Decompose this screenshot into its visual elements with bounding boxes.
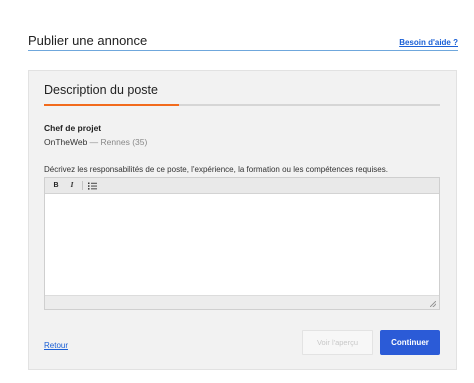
continue-button[interactable]: Continuer <box>380 330 440 355</box>
editor-instructions: Décrivez les responsabilités de ce poste… <box>44 165 388 174</box>
company-line: OnTheWeb — Rennes (35) <box>44 137 147 147</box>
description-editor: B I <box>44 177 440 310</box>
toolbar-divider <box>82 181 83 190</box>
company-name: OnTheWeb <box>44 137 88 147</box>
back-link[interactable]: Retour <box>44 341 68 350</box>
job-location: — Rennes (35) <box>87 137 148 147</box>
section-progress-fill <box>44 104 179 106</box>
bulleted-list-button[interactable] <box>85 180 99 191</box>
job-description-card: Description du poste Chef de projet OnTh… <box>28 70 457 370</box>
description-textarea[interactable] <box>45 194 439 296</box>
section-title: Description du poste <box>44 83 158 97</box>
help-link[interactable]: Besoin d'aide ? <box>399 38 458 47</box>
job-title: Chef de projet <box>44 123 102 133</box>
page-title: Publier une annonce <box>28 33 148 48</box>
preview-button[interactable]: Voir l'aperçu <box>302 330 373 355</box>
bulleted-list-icon <box>87 182 97 190</box>
bold-button[interactable]: B <box>49 180 63 191</box>
resize-handle-icon[interactable] <box>430 301 436 307</box>
page-header: Publier une annonce Besoin d'aide ? <box>28 34 458 51</box>
section-progress-track <box>44 104 440 106</box>
italic-button[interactable]: I <box>65 180 79 191</box>
editor-statusbar <box>45 295 439 309</box>
editor-toolbar: B I <box>45 178 439 194</box>
